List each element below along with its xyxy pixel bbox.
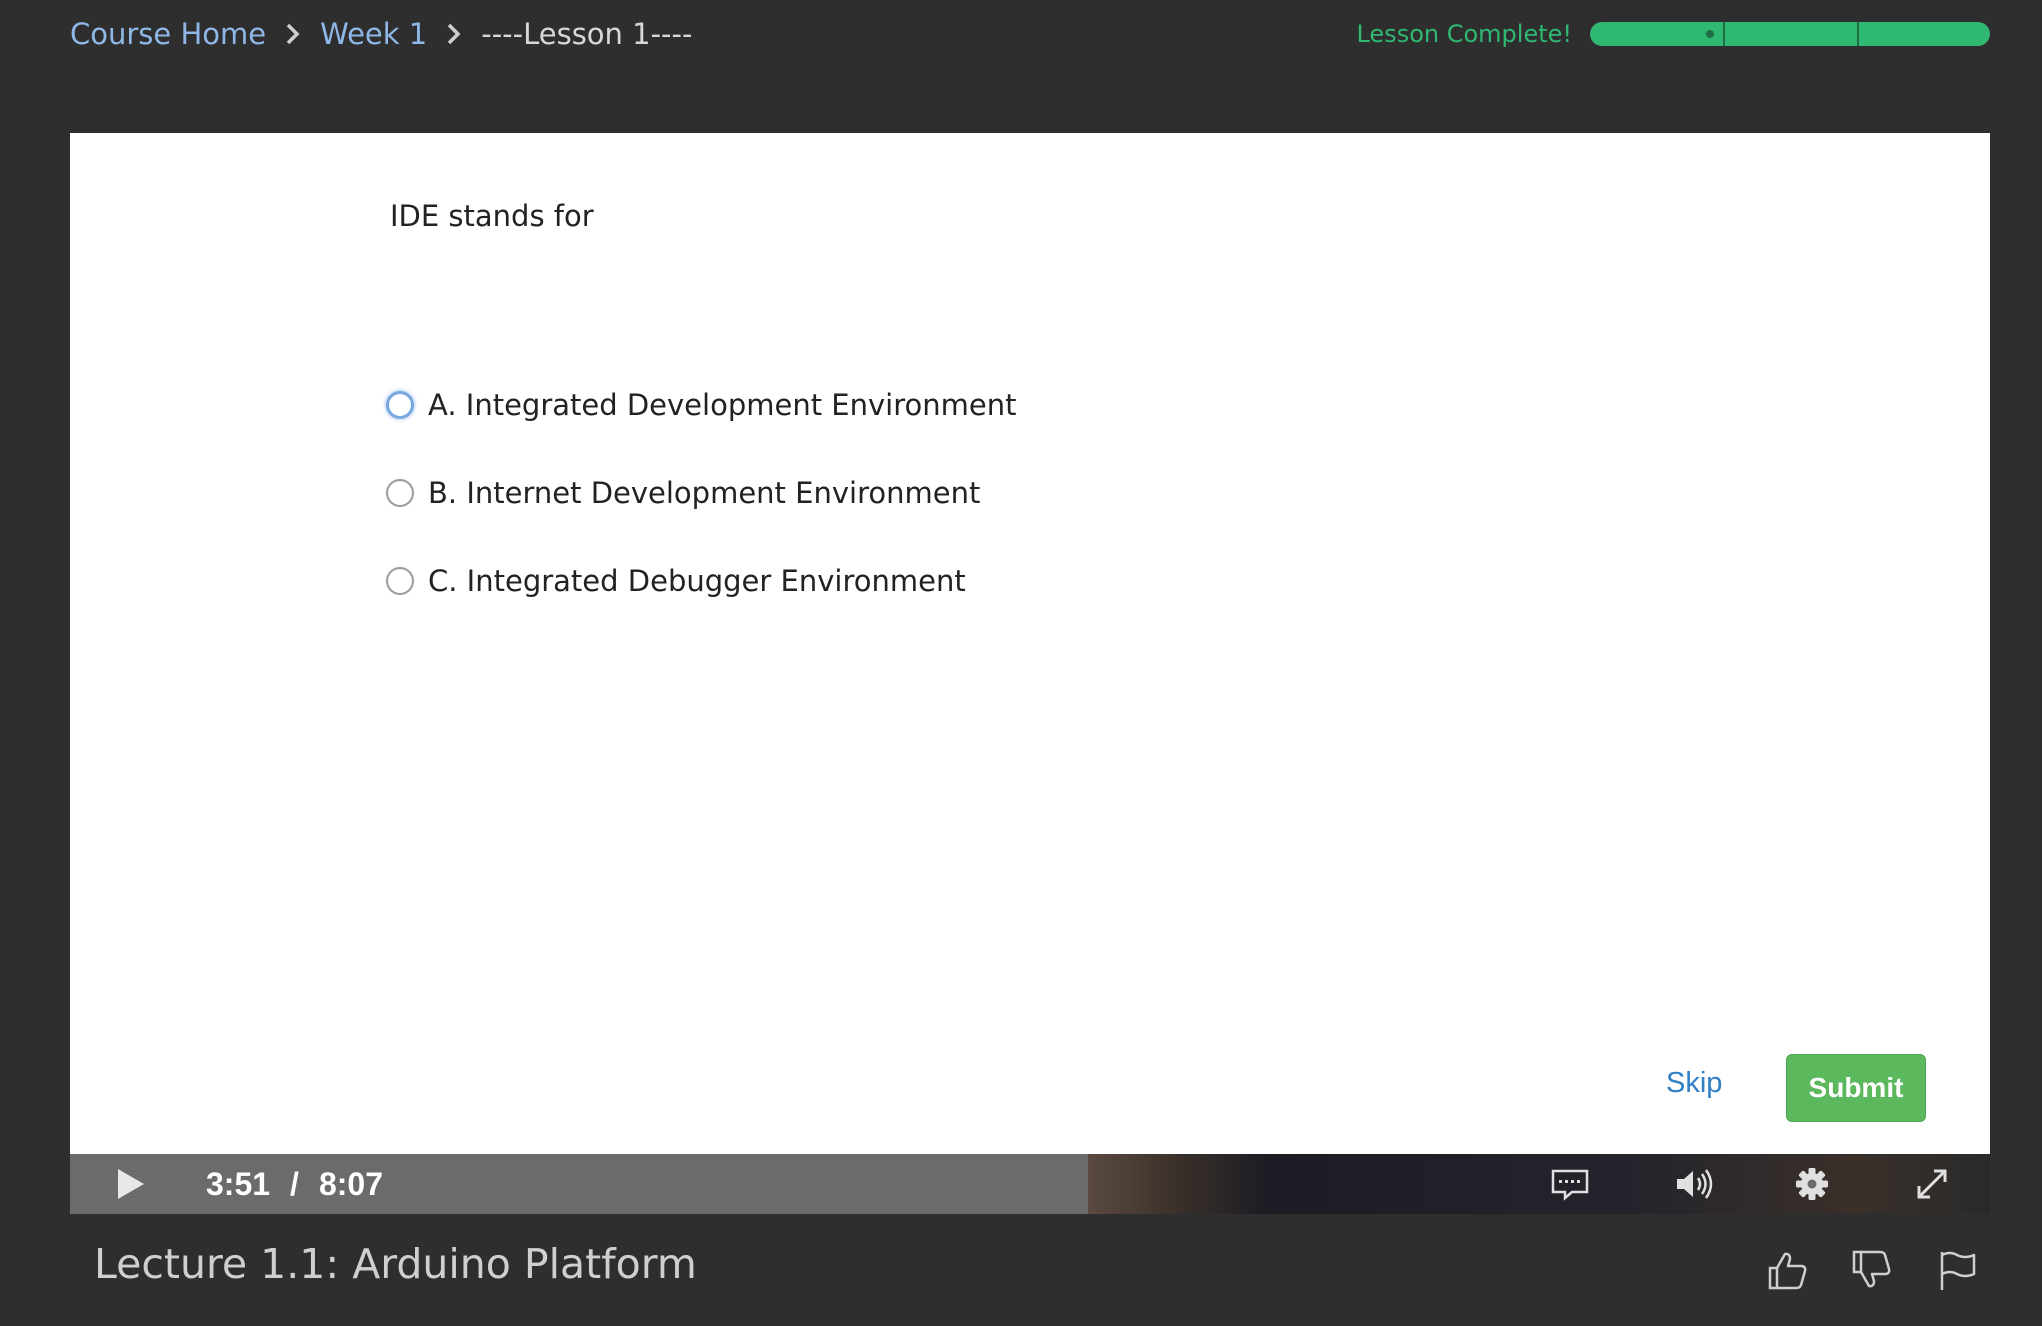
lecture-title: Lecture 1.1: Arduino Platform: [94, 1240, 697, 1288]
quiz-option-a[interactable]: A. Integrated Development Environment: [386, 361, 1016, 449]
lesson-progress-fill: [1590, 22, 1990, 46]
lesson-progress: Lesson Complete!: [1356, 16, 1990, 52]
progress-segment-divider: [1723, 22, 1726, 46]
chevron-right-icon: [284, 12, 302, 56]
skip-button[interactable]: Skip: [1666, 1059, 1722, 1107]
video-frame-peek: [1088, 1154, 1990, 1214]
settings-icon[interactable]: [1792, 1166, 1832, 1202]
quiz-option-c[interactable]: C. Integrated Debugger Environment: [386, 537, 1016, 625]
play-icon[interactable]: [112, 1166, 148, 1202]
quiz-question: IDE stands for: [390, 199, 594, 233]
breadcrumb-current-lesson: ----Lesson 1----: [481, 17, 693, 51]
in-video-quiz: IDE stands for A. Integrated Development…: [70, 133, 1990, 1154]
option-label: B. Internet Development Environment: [428, 476, 981, 510]
lesson-complete-label: Lesson Complete!: [1356, 20, 1572, 48]
radio-option-a[interactable]: [386, 391, 414, 419]
option-label: A. Integrated Development Environment: [428, 388, 1017, 422]
volume-icon[interactable]: [1674, 1166, 1714, 1202]
thumbs-down-icon[interactable]: [1850, 1248, 1894, 1292]
current-time: 3:51: [206, 1165, 271, 1202]
lesson-page: Course Home Week 1 ----Lesson 1---- Less…: [0, 0, 2042, 1326]
player-controls: 3:51 / 8:07: [70, 1154, 1990, 1214]
lesson-progress-bar[interactable]: [1590, 22, 1990, 46]
thumbs-up-icon[interactable]: [1766, 1248, 1810, 1292]
duration: 8:07: [318, 1165, 383, 1202]
radio-option-b[interactable]: [386, 479, 414, 507]
captions-icon[interactable]: [1550, 1166, 1590, 1202]
progress-segment-divider: [1856, 22, 1859, 46]
breadcrumb-course-home[interactable]: Course Home: [70, 17, 266, 51]
quiz-option-b[interactable]: B. Internet Development Environment: [386, 449, 1016, 537]
flag-icon[interactable]: [1936, 1248, 1980, 1292]
option-label: C. Integrated Debugger Environment: [428, 564, 966, 598]
chevron-right-icon: [445, 12, 463, 56]
current-position-marker: [1706, 30, 1714, 38]
radio-option-c[interactable]: [386, 567, 414, 595]
time-separator: /: [290, 1165, 299, 1202]
video-player: IDE stands for A. Integrated Development…: [70, 133, 1990, 1214]
quiz-options: A. Integrated Development Environment B.…: [386, 361, 1016, 625]
fullscreen-icon[interactable]: [1912, 1166, 1952, 1202]
breadcrumb: Course Home Week 1 ----Lesson 1----: [70, 12, 692, 56]
breadcrumb-week-1[interactable]: Week 1: [320, 17, 427, 51]
playback-time: 3:51 / 8:07: [206, 1164, 383, 1204]
submit-button[interactable]: Submit: [1786, 1054, 1926, 1122]
